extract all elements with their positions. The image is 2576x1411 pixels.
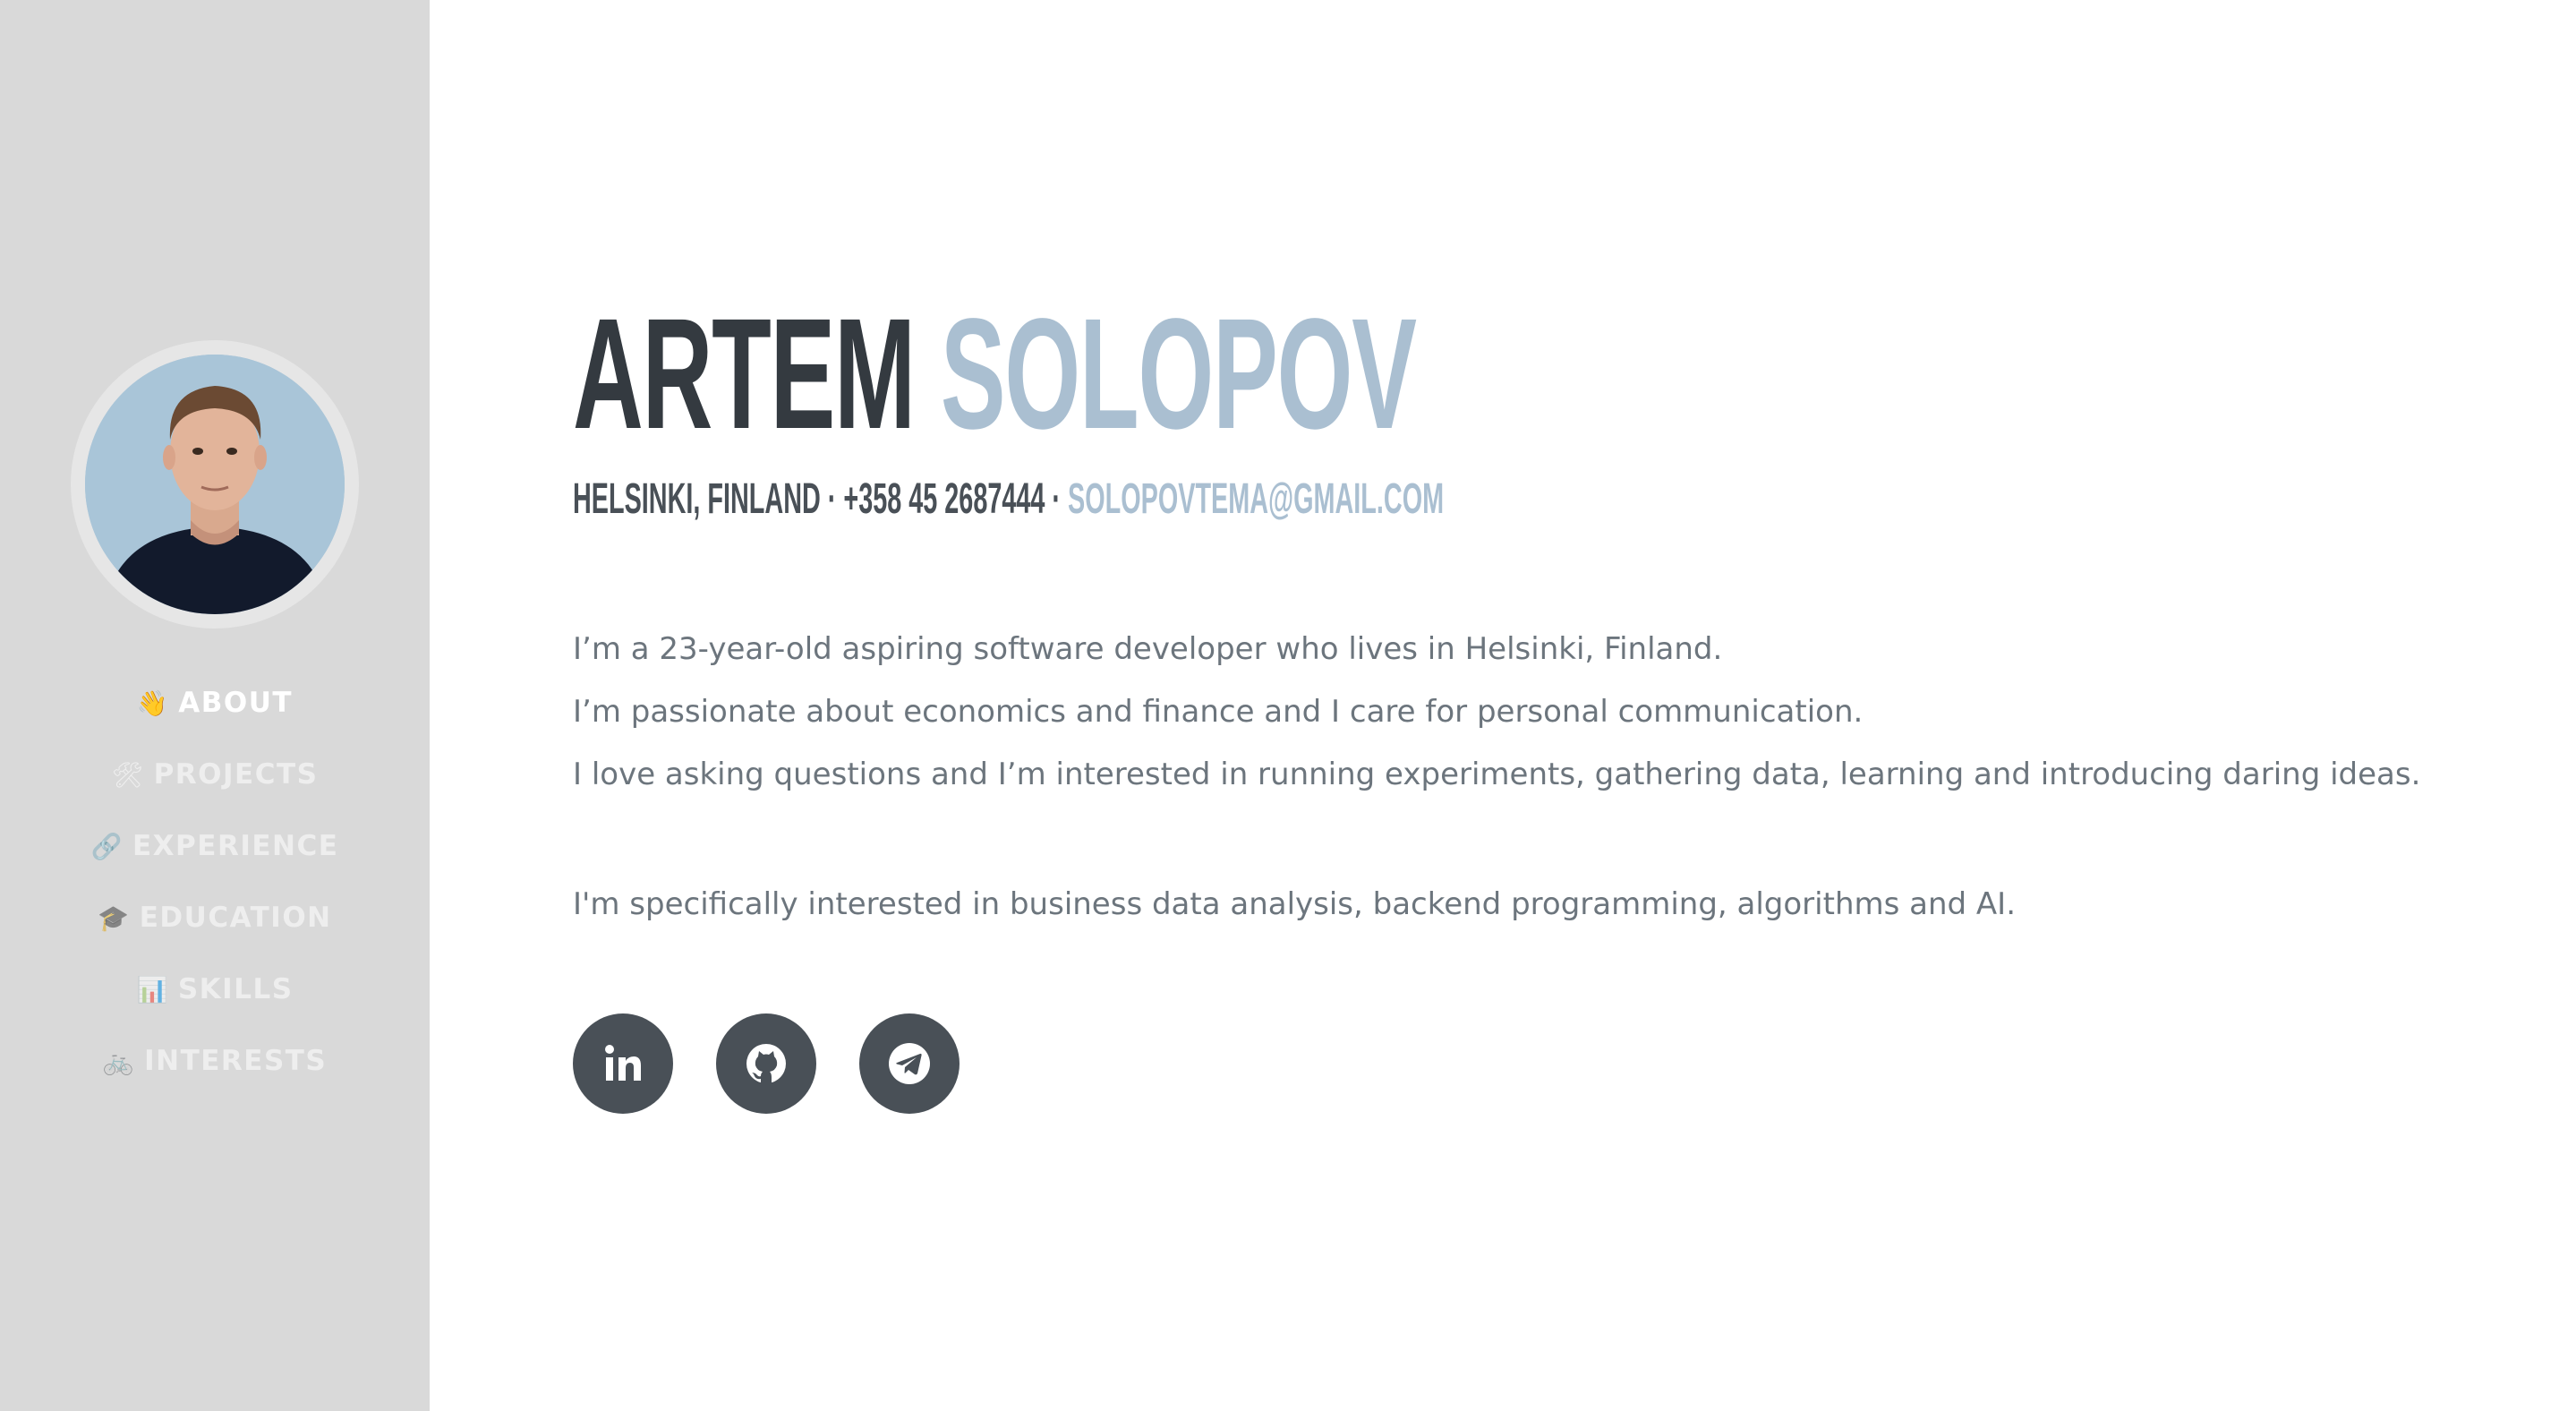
nav-item-label: Skills [177, 973, 294, 1005]
bio: I’m a 23-year-old aspiring software deve… [573, 618, 2542, 806]
page-title: ARTEM SOLOPOV [573, 295, 1417, 453]
avatar-frame [71, 340, 359, 629]
nav-item-label: Education [139, 902, 332, 934]
telegram-icon [889, 1043, 930, 1084]
nav-item-interests[interactable]: 🚲 Interests [0, 1025, 430, 1097]
social-links [573, 1013, 1002, 1114]
nav-item-education[interactable]: 🎓 Education [0, 882, 430, 953]
tools-icon: 🛠 [111, 759, 145, 790]
contact-location-phone: HELSINKI, FINLAND · +358 45 2687444 · [573, 475, 1069, 523]
first-name: ARTEM [573, 286, 916, 462]
sidebar: 👋 About 🛠 Projects 🔗 Experience 🎓 Educat… [0, 0, 430, 1411]
last-name: SOLOPOV [940, 286, 1417, 462]
nav-item-label: Experience [132, 830, 339, 862]
graduation-cap-icon: 🎓 [98, 902, 131, 933]
bio-line: I love asking questions and I’m interest… [573, 757, 2421, 792]
avatar [85, 355, 345, 614]
nav-item-label: About [178, 687, 294, 719]
linkedin-button[interactable] [573, 1013, 673, 1114]
bicycle-icon: 🚲 [102, 1046, 136, 1076]
contact-line: HELSINKI, FINLAND · +358 45 2687444 · SO… [573, 473, 1444, 526]
nav-item-about[interactable]: 👋 About [0, 667, 430, 739]
about-section: ARTEM SOLOPOV HELSINKI, FINLAND · +358 4… [573, 0, 2542, 1411]
nav-item-label: Projects [153, 758, 319, 791]
nav-item-projects[interactable]: 🛠 Projects [0, 739, 430, 810]
bar-chart-icon: 📊 [136, 974, 169, 1005]
github-button[interactable] [716, 1013, 816, 1114]
nav-item-label: Interests [144, 1045, 328, 1077]
link-icon: 🔗 [90, 831, 124, 861]
waving-hand-icon: 👋 [136, 688, 170, 718]
nav-item-skills[interactable]: 📊 Skills [0, 953, 430, 1025]
sidebar-nav: 👋 About 🛠 Projects 🔗 Experience 🎓 Educat… [0, 667, 430, 1097]
bio-line: I’m passionate about economics and finan… [573, 694, 1864, 730]
bio-line: I’m a 23-year-old aspiring software deve… [573, 631, 1723, 667]
github-icon [746, 1044, 786, 1083]
interests-text: I'm specifically interested in business … [573, 886, 2016, 922]
telegram-button[interactable] [859, 1013, 960, 1114]
email-link[interactable]: SOLOPOVTEMA@GMAIL.COM [1068, 475, 1444, 523]
nav-item-experience[interactable]: 🔗 Experience [0, 810, 430, 882]
linkedin-icon [605, 1045, 641, 1081]
